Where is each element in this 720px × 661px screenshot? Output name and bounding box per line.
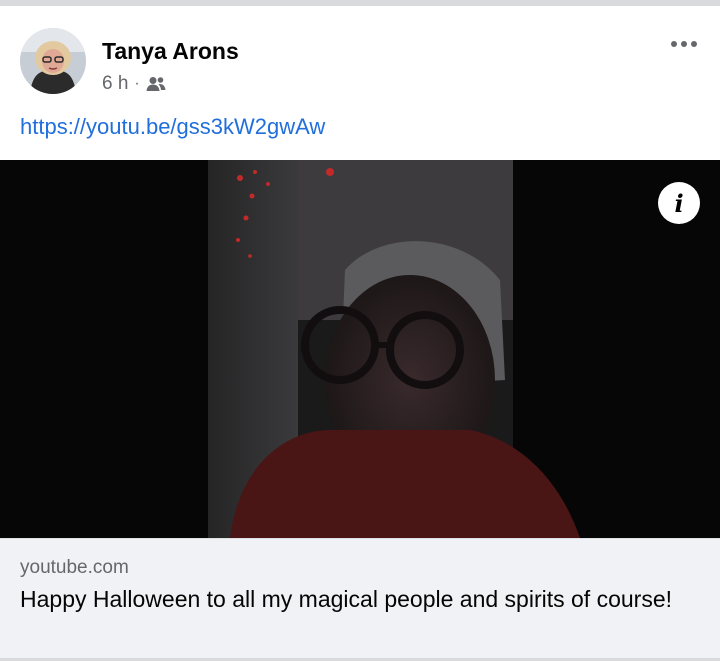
post-header: Tanya Arons 6 h · https://youtu.be/gss3k… [0, 6, 720, 156]
more-options-icon[interactable] [666, 30, 702, 58]
avatar-image [20, 28, 86, 94]
preview-title[interactable]: Happy Halloween to all my magical people… [20, 583, 700, 616]
more-dot [681, 41, 687, 47]
more-dot [691, 41, 697, 47]
author-avatar[interactable] [20, 28, 86, 94]
friends-icon [146, 77, 166, 91]
link-preview-card[interactable]: youtube.com Happy Halloween to all my ma… [0, 538, 720, 661]
author-name[interactable]: Tanya Arons [102, 38, 239, 65]
post-time[interactable]: 6 h [102, 73, 128, 95]
more-dot [671, 41, 677, 47]
info-icon[interactable]: i [658, 182, 700, 224]
post-meta: 6 h · [102, 73, 166, 95]
meta-separator: · [134, 75, 140, 92]
video-thumbnail[interactable]: i [0, 160, 720, 538]
post-link[interactable]: https://youtu.be/gss3kW2gwAw [20, 114, 325, 140]
preview-domain: youtube.com [20, 557, 129, 578]
video-frame-image [0, 160, 720, 538]
